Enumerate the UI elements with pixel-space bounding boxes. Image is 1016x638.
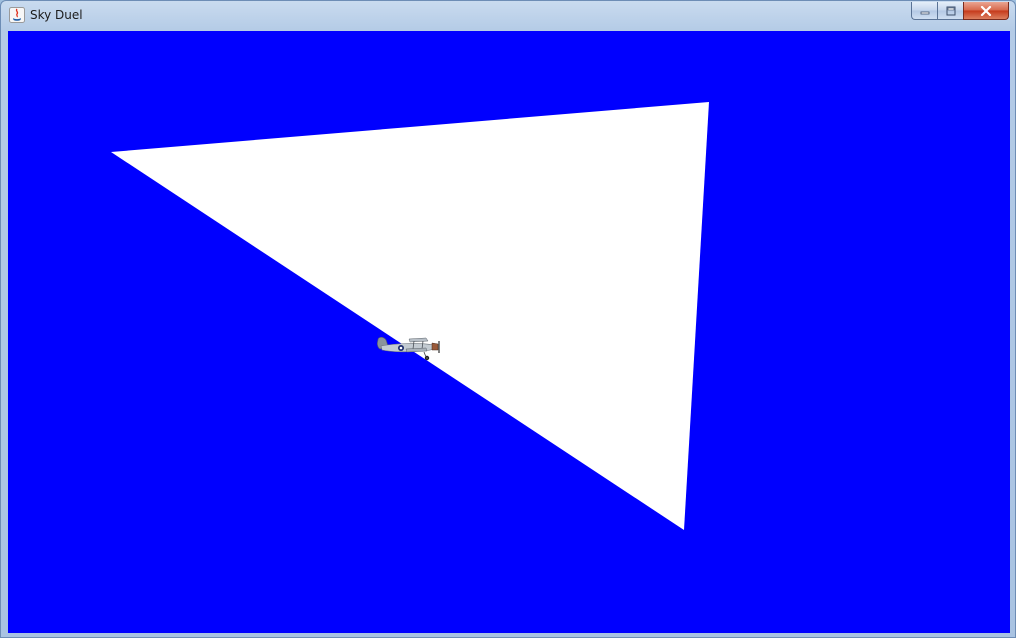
maximize-button[interactable] [937, 2, 963, 20]
close-icon [980, 5, 992, 16]
game-canvas[interactable] [8, 31, 1010, 633]
close-button[interactable] [963, 2, 1009, 20]
title-bar[interactable]: Sky Duel [1, 1, 1015, 30]
app-window: Sky Duel [0, 0, 1016, 638]
minimize-icon [920, 11, 929, 14]
java-icon[interactable] [9, 7, 25, 23]
maximize-icon [946, 6, 955, 15]
caption-buttons [911, 2, 1009, 21]
window-title: Sky Duel [30, 8, 83, 22]
minimize-button[interactable] [911, 2, 937, 20]
